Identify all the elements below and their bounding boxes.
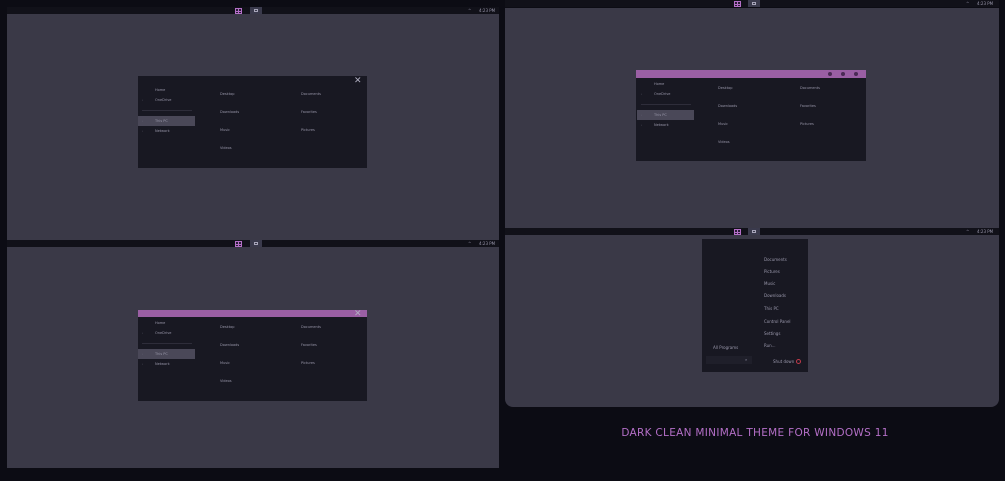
nav-item-home[interactable]: Home <box>654 82 664 87</box>
chevron-right-icon[interactable]: › <box>142 352 143 357</box>
nav-item-home[interactable]: Home <box>155 321 165 326</box>
tray-chevron-icon[interactable]: ^ <box>468 241 471 246</box>
taskbar-clock[interactable]: 4:23 PM <box>977 1 993 6</box>
explorer-taskbar-icon[interactable] <box>748 0 760 7</box>
start-item-settings[interactable]: Settings <box>764 331 780 337</box>
start-item-downloads[interactable]: Downloads <box>764 293 786 299</box>
start-item-documents[interactable]: Documents <box>764 257 787 263</box>
chevron-right-icon[interactable]: › <box>142 98 143 103</box>
all-programs-button[interactable]: All Programs <box>713 345 738 351</box>
folder-pictures[interactable]: Pictures <box>800 122 814 127</box>
tray-chevron-icon[interactable]: ^ <box>468 8 471 13</box>
taskbar-clock[interactable]: 4:23 PM <box>479 8 495 13</box>
chevron-right-icon[interactable]: › <box>641 92 642 97</box>
search-input[interactable]: ⌕ <box>706 356 752 364</box>
close-icon[interactable] <box>854 72 858 76</box>
close-icon[interactable]: ✕ <box>354 77 362 86</box>
explorer-window: Home › OneDrive › This PC › Network Desk… <box>636 70 866 161</box>
minimize-icon[interactable] <box>828 72 832 76</box>
start-item-control-panel[interactable]: Control Panel <box>764 319 791 325</box>
folder-downloads[interactable]: Downloads <box>220 343 239 348</box>
nav-item-network[interactable]: Network <box>155 129 170 134</box>
search-icon: ⌕ <box>745 357 748 362</box>
nav-separator <box>142 343 192 344</box>
folder-desktop[interactable]: Desktop <box>220 325 234 330</box>
folder-downloads[interactable]: Downloads <box>220 110 239 115</box>
folder-pictures[interactable]: Pictures <box>301 361 315 366</box>
start-item-run[interactable]: Run... <box>764 343 775 349</box>
nav-separator <box>142 110 192 111</box>
explorer-window: ✕ Home › OneDrive › This PC › Network De… <box>138 310 367 401</box>
folder-videos[interactable]: Videos <box>718 140 730 145</box>
explorer-taskbar-icon[interactable] <box>250 240 262 247</box>
folder-favorites[interactable]: Favorites <box>301 343 317 348</box>
power-icon[interactable] <box>796 359 801 364</box>
desktop: Documents Pictures Music Downloads This … <box>505 235 999 407</box>
nav-separator <box>641 104 691 105</box>
folder-documents[interactable]: Documents <box>301 325 321 330</box>
start-item-pictures[interactable]: Pictures <box>764 269 780 275</box>
nav-item-this-pc[interactable]: This PC <box>155 119 168 124</box>
nav-item-onedrive[interactable]: OneDrive <box>155 98 171 103</box>
chevron-right-icon[interactable]: › <box>142 119 143 124</box>
headline: DARK CLEAN MINIMAL THEME FOR WINDOWS 11 <box>621 427 889 439</box>
folder-music[interactable]: Music <box>220 361 230 366</box>
taskbar: ^ 4:23 PM <box>505 0 999 7</box>
taskbar: ^ 4:23 PM <box>7 240 499 247</box>
folder-favorites[interactable]: Favorites <box>301 110 317 115</box>
nav-item-onedrive[interactable]: OneDrive <box>654 92 670 97</box>
folder-music[interactable]: Music <box>718 122 728 127</box>
tray-chevron-icon[interactable]: ^ <box>966 1 969 6</box>
explorer-taskbar-icon[interactable] <box>250 7 262 14</box>
desktop: ✕ Home › OneDrive › This PC › Network De… <box>7 247 499 468</box>
chevron-right-icon[interactable]: › <box>641 123 642 128</box>
folder-documents[interactable]: Documents <box>800 86 820 91</box>
start-item-this-pc[interactable]: This PC <box>764 306 779 312</box>
taskbar-clock[interactable]: 4:23 PM <box>977 229 993 234</box>
taskbar: ^ 4:23 PM <box>7 7 499 14</box>
start-item-music[interactable]: Music <box>764 281 775 287</box>
maximize-icon[interactable] <box>841 72 845 76</box>
nav-item-network[interactable]: Network <box>155 362 170 367</box>
folder-downloads[interactable]: Downloads <box>718 104 737 109</box>
close-icon[interactable]: ✕ <box>354 310 362 319</box>
folder-desktop[interactable]: Desktop <box>718 86 732 91</box>
folder-music[interactable]: Music <box>220 128 230 133</box>
taskbar: ^ 4:23 PM <box>505 228 999 235</box>
explorer-window: ✕ Home › OneDrive › This PC › Network De… <box>138 76 367 168</box>
folder-favorites[interactable]: Favorites <box>800 104 816 109</box>
desktop: ✕ Home › OneDrive › This PC › Network De… <box>7 14 499 240</box>
shut-down-button[interactable]: Shut down <box>773 359 794 365</box>
title-bar[interactable] <box>138 310 367 317</box>
tray-chevron-icon[interactable]: ^ <box>966 229 969 234</box>
folder-pictures[interactable]: Pictures <box>301 128 315 133</box>
chevron-right-icon[interactable]: › <box>142 129 143 134</box>
taskbar-clock[interactable]: 4:23 PM <box>479 241 495 246</box>
nav-item-onedrive[interactable]: OneDrive <box>155 331 171 336</box>
nav-item-home[interactable]: Home <box>155 88 165 93</box>
nav-item-this-pc[interactable]: This PC <box>654 113 667 118</box>
nav-item-this-pc[interactable]: This PC <box>155 352 168 357</box>
title-bar[interactable] <box>636 70 866 78</box>
folder-videos[interactable]: Videos <box>220 379 232 384</box>
start-button[interactable] <box>734 1 741 7</box>
desktop: Home › OneDrive › This PC › Network Desk… <box>505 8 999 228</box>
folder-desktop[interactable]: Desktop <box>220 92 234 97</box>
nav-item-network[interactable]: Network <box>654 123 669 128</box>
explorer-taskbar-icon[interactable] <box>748 228 760 235</box>
chevron-right-icon[interactable]: › <box>142 362 143 367</box>
chevron-right-icon[interactable]: › <box>641 113 642 118</box>
start-menu: Documents Pictures Music Downloads This … <box>702 239 808 372</box>
folder-videos[interactable]: Videos <box>220 146 232 151</box>
chevron-right-icon[interactable]: › <box>142 331 143 336</box>
folder-documents[interactable]: Documents <box>301 92 321 97</box>
